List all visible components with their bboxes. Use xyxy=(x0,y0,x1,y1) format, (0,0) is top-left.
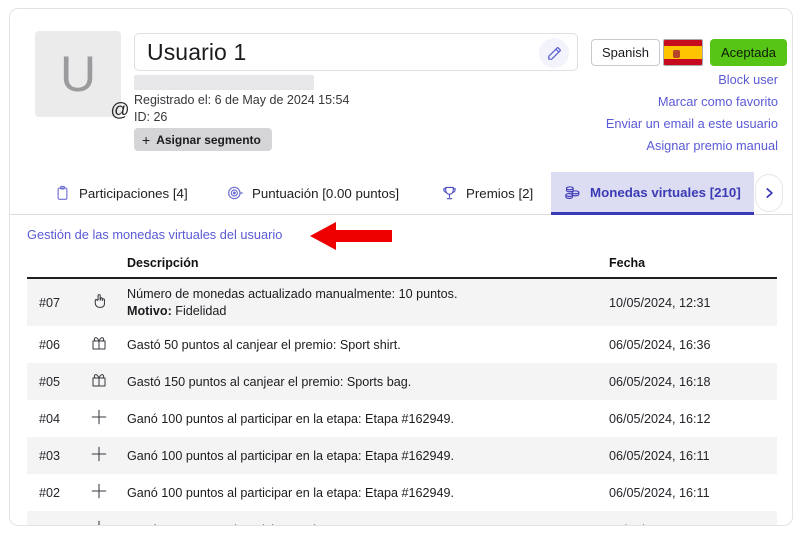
th-icon xyxy=(89,252,127,279)
user-name-field[interactable]: Usuario 1 xyxy=(134,33,578,71)
row-date: 06/05/2024, 16:11 xyxy=(609,474,777,511)
row-id: #07 xyxy=(27,278,89,326)
table-body: #07 Número de monedas actualizado manualm… xyxy=(27,278,777,526)
row-id: #05 xyxy=(27,363,89,400)
row-description: Número de monedas actualizado manualment… xyxy=(127,278,609,326)
row-date: 06/05/2024, 16:36 xyxy=(609,326,777,363)
tab-participaciones-label: Participaciones [4] xyxy=(79,185,188,201)
row-description-text: Ganó 100 puntos al participar en la etap… xyxy=(127,523,454,526)
plus-icon xyxy=(89,474,127,511)
row-date: 10/05/2024, 12:31 xyxy=(609,278,777,326)
redacted-email xyxy=(134,75,314,90)
tab-participaciones[interactable]: Participaciones [4] xyxy=(42,172,201,214)
coins-icon xyxy=(564,184,581,200)
language-button[interactable]: Spanish xyxy=(591,39,660,66)
plus-icon xyxy=(89,511,127,525)
row-description-text: Ganó 100 puntos al participar en la etap… xyxy=(127,448,454,463)
plus-icon: + xyxy=(142,131,151,148)
row-description: Ganó 100 puntos al participar en la etap… xyxy=(127,400,609,437)
row-id: #03 xyxy=(27,437,89,474)
user-detail-card: U @ Usuario 1 Registrado el: 6 de May de… xyxy=(9,8,793,526)
clipboard-icon xyxy=(55,185,70,201)
action-link-send-email[interactable]: Enviar un email a este usuario xyxy=(606,116,778,132)
row-date: 06/05/2024, 16:18 xyxy=(609,363,777,400)
registered-date: Registrado el: 6 de May de 2024 15:54 xyxy=(134,93,350,107)
red-arrow-annotation xyxy=(310,219,394,253)
row-date: 06/05/2024, 16:11 xyxy=(609,437,777,474)
gift-icon xyxy=(89,363,127,400)
row-date: 06/05/2024, 16:12 xyxy=(609,400,777,437)
row-description-text: Ganó 100 puntos al participar en la etap… xyxy=(127,411,454,426)
action-link-assign-prize[interactable]: Asignar premio manual xyxy=(646,138,778,154)
table-row[interactable]: #06 Gastó 50 puntos al canjear el premio:… xyxy=(27,326,777,363)
tab-puntuacion-label: Puntuación [0.00 puntos] xyxy=(252,185,400,201)
trophy-icon xyxy=(442,185,457,201)
target-icon xyxy=(227,185,243,201)
assign-segment-button[interactable]: + Asignar segmento xyxy=(134,128,272,151)
action-link-block-user[interactable]: Block user xyxy=(718,72,778,88)
tab-monedas-virtuales-label: Monedas virtuales [210] xyxy=(590,184,741,200)
manage-virtual-coins-link[interactable]: Gestión de las monedas virtuales del usu… xyxy=(27,227,282,242)
row-description: Ganó 100 puntos al participar en la etap… xyxy=(127,474,609,511)
user-action-links: Block user Marcar como favorito Enviar u… xyxy=(606,72,778,154)
row-description-text: Gastó 50 puntos al canjear el premio: Sp… xyxy=(127,337,401,352)
row-description: Gastó 150 puntos al canjear el premio: S… xyxy=(127,363,609,400)
row-description-text: Gastó 150 puntos al canjear el premio: S… xyxy=(127,374,412,389)
row-id: #02 xyxy=(27,474,89,511)
action-link-mark-favorite[interactable]: Marcar como favorito xyxy=(658,94,778,110)
spain-flag-icon xyxy=(663,39,703,66)
chevron-right-icon[interactable] xyxy=(755,174,783,212)
plus-icon xyxy=(89,400,127,437)
table-row[interactable]: #07 Número de monedas actualizado manualm… xyxy=(27,278,777,326)
row-description-text: Ganó 100 puntos al participar en la etap… xyxy=(127,485,454,500)
hand-pointer-icon xyxy=(89,278,127,326)
virtual-coins-table: Descripción Fecha #07 Número de monedas a… xyxy=(27,252,777,526)
row-id: #06 xyxy=(27,326,89,363)
table-row[interactable]: #05 Gastó 150 puntos al canjear el premio… xyxy=(27,363,777,400)
row-description-reason: Motivo: Fidelidad xyxy=(127,304,589,318)
table-row[interactable]: #04 Ganó 100 puntos al participar en la e… xyxy=(27,400,777,437)
row-description: Gastó 50 puntos al canjear el premio: Sp… xyxy=(127,326,609,363)
gift-icon xyxy=(89,326,127,363)
tab-premios[interactable]: Premios [2] xyxy=(429,172,546,214)
row-description: Ganó 100 puntos al participar en la etap… xyxy=(127,437,609,474)
table-row[interactable]: #02 Ganó 100 puntos al participar en la e… xyxy=(27,474,777,511)
row-id: #04 xyxy=(27,400,89,437)
page-root: U @ Usuario 1 Registrado el: 6 de May de… xyxy=(0,0,802,534)
row-reason-value: Fidelidad xyxy=(175,304,227,318)
row-date: 06/05/2024, 15:55 xyxy=(609,511,777,525)
table-row[interactable]: #01 Ganó 100 puntos al participar en la e… xyxy=(27,511,777,526)
at-sign-icon: @ xyxy=(110,99,130,121)
row-id: #01 xyxy=(27,511,89,525)
th-id xyxy=(27,252,89,279)
th-description: Descripción xyxy=(127,252,609,279)
row-description-text: Número de monedas actualizado manualment… xyxy=(127,287,458,301)
user-header: U @ Usuario 1 Registrado el: 6 de May de… xyxy=(10,9,792,159)
status-badge[interactable]: Aceptada xyxy=(710,39,787,66)
row-reason-label: Motivo: xyxy=(127,304,176,318)
tab-puntuacion[interactable]: Puntuación [0.00 puntos] xyxy=(214,172,412,214)
table-row[interactable]: #03 Ganó 100 puntos al participar en la e… xyxy=(27,437,777,474)
row-description: Ganó 100 puntos al participar en la etap… xyxy=(127,511,609,526)
user-name-value: Usuario 1 xyxy=(147,38,247,65)
plus-icon xyxy=(89,437,127,474)
avatar: U @ xyxy=(35,31,130,120)
pencil-icon[interactable] xyxy=(539,38,569,68)
tab-premios-label: Premios [2] xyxy=(466,185,534,201)
th-date: Fecha xyxy=(609,252,777,279)
user-id: ID: 26 xyxy=(134,110,168,124)
assign-segment-label: Asignar segmento xyxy=(156,132,261,147)
table-header: Descripción Fecha xyxy=(27,252,777,279)
tab-bar: Participaciones [4] Puntuación [0.00 pun… xyxy=(10,172,792,215)
tab-monedas-virtuales[interactable]: Monedas virtuales [210] xyxy=(551,172,754,215)
